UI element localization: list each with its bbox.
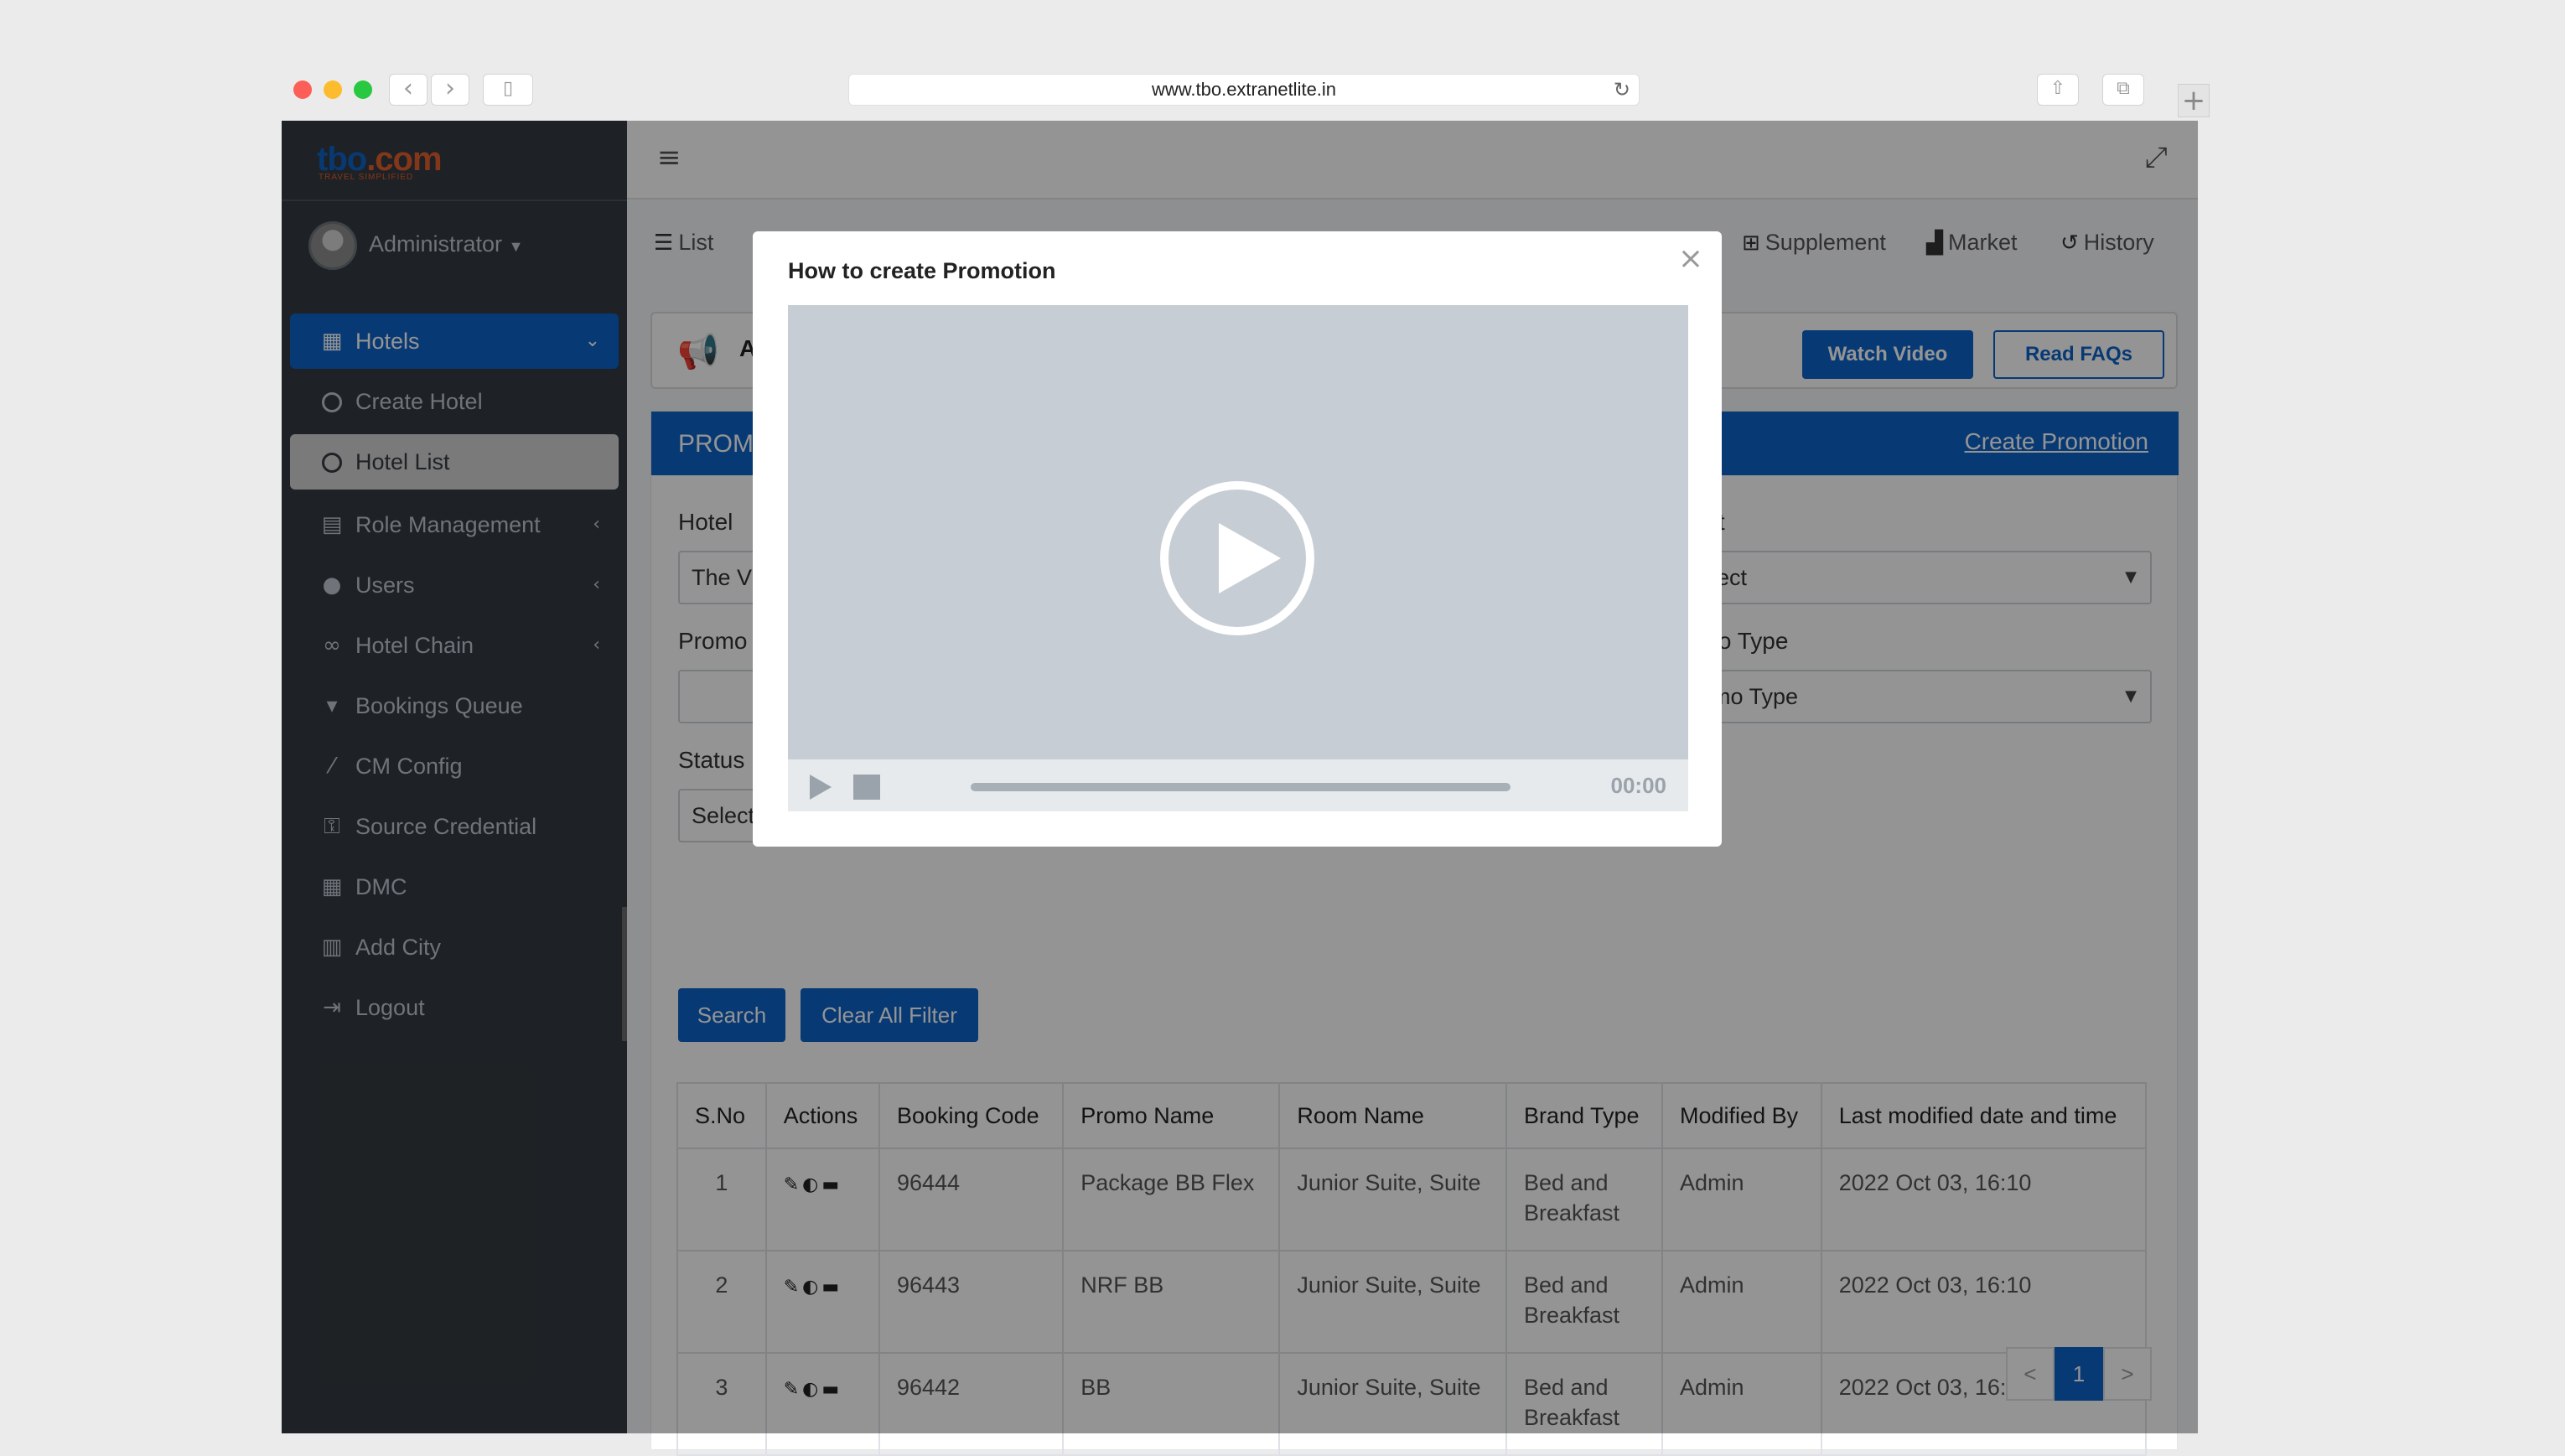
new-tab-icon[interactable]: +	[2178, 84, 2210, 117]
play-button-icon[interactable]	[810, 775, 832, 800]
modal-backdrop[interactable]: How to create Promotion × 00:00	[282, 121, 2198, 1433]
back-icon[interactable]: ‹	[389, 74, 428, 106]
video-modal: How to create Promotion × 00:00	[753, 231, 1722, 847]
share-icon[interactable]: ⇧	[2037, 74, 2079, 106]
play-icon[interactable]	[1160, 481, 1314, 635]
address-bar[interactable]: www.tbo.extranetlite.in ↻	[848, 74, 1640, 106]
reload-icon[interactable]: ↻	[1614, 75, 1630, 105]
browser-toolbar: ‹ › ▯ www.tbo.extranetlite.in ↻ ⇧ ⧉ +	[282, 64, 2210, 121]
sidebar-toggle-icon[interactable]: ▯	[483, 74, 533, 106]
video-player[interactable]	[788, 305, 1688, 759]
tabs-icon[interactable]: ⧉	[2102, 74, 2144, 106]
close-icon[interactable]: ×	[1678, 241, 1703, 276]
video-progress-bar[interactable]	[971, 783, 1510, 791]
stop-button-icon[interactable]	[853, 775, 880, 800]
minimize-window-button[interactable]	[324, 80, 342, 99]
video-controls: 00:00	[788, 759, 1688, 811]
close-window-button[interactable]	[293, 80, 312, 99]
zoom-window-button[interactable]	[354, 80, 372, 99]
browser-window: ‹ › ▯ www.tbo.extranetlite.in ↻ ⇧ ⧉ + tb…	[282, 64, 2210, 1456]
forward-icon[interactable]: ›	[431, 74, 469, 106]
video-time: 00:00	[1610, 773, 1667, 798]
url-text: www.tbo.extranetlite.in	[1151, 79, 1337, 100]
modal-title: How to create Promotion	[788, 258, 1056, 283]
